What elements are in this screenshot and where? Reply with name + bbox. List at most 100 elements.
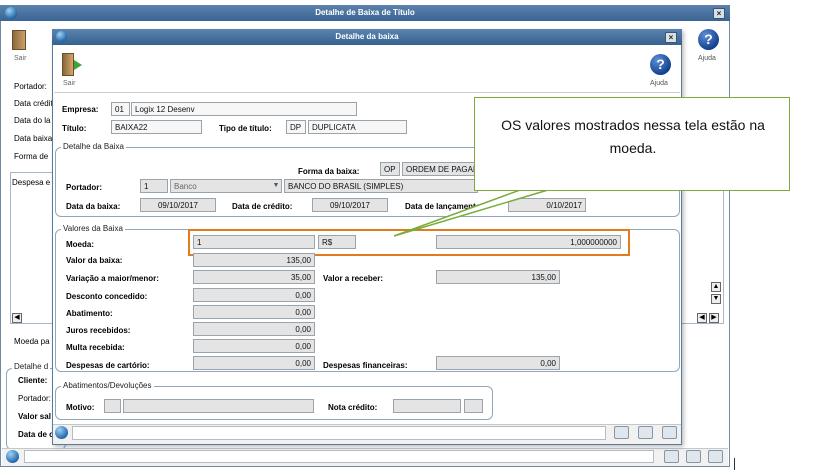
- motivo-code-field[interactable]: [104, 399, 121, 413]
- data-baixa-label: Data da baixa:: [66, 202, 121, 211]
- variacao-label: Variação a maior/menor:: [66, 274, 159, 283]
- portador-name-field[interactable]: BANCO DO BRASIL (SIMPLES): [284, 179, 478, 193]
- outer-label-data-baixa: Data baixa: [14, 134, 53, 143]
- outer-label-data-c: Data de c: [18, 430, 54, 439]
- outer-exit-icon[interactable]: [12, 30, 26, 50]
- inner-close-button[interactable]: ×: [665, 32, 677, 43]
- inner-exit-arrow-icon: [74, 60, 82, 70]
- outer-status-resize-button[interactable]: [664, 450, 679, 463]
- titulo-label: Título:: [62, 124, 87, 133]
- data-baixa-field[interactable]: 09/10/2017: [140, 198, 216, 212]
- inner-toolbar-divider: [54, 92, 680, 93]
- outer-status-field: [24, 450, 654, 463]
- motivo-desc-field[interactable]: [123, 399, 314, 413]
- valor-receber-field[interactable]: 135,00: [436, 270, 560, 284]
- portador-type-select[interactable]: Banco: [170, 179, 282, 193]
- inner-ajuda-label: Ajuda: [650, 80, 668, 87]
- data-lancamento-field[interactable]: 0/10/2017: [508, 198, 586, 212]
- outer-status-chat-button[interactable]: [708, 450, 723, 463]
- valor-baixa-label: Valor da baixa:: [66, 256, 123, 265]
- nota-credito-field[interactable]: [393, 399, 461, 413]
- forma-code-field[interactable]: OP: [380, 162, 400, 176]
- valores-baixa-legend: Valores da Baixa: [61, 224, 125, 233]
- forma-name-field[interactable]: ORDEM DE PAGAM: [402, 162, 478, 176]
- outer-label-data-credito: Data crédit: [14, 99, 53, 108]
- outer-label-data-lancamento: Data do la: [14, 116, 51, 125]
- outer-sair-label: Sair: [14, 55, 27, 62]
- inner-titlebar: Detalhe da baixa: [52, 29, 682, 45]
- data-credito-label: Data de crédito:: [232, 202, 293, 211]
- cursor-mark: [734, 458, 735, 470]
- outer-status-print-button[interactable]: [686, 450, 701, 463]
- financeiras-field[interactable]: 0,00: [436, 356, 560, 370]
- empresa-code-field[interactable]: 01: [111, 102, 130, 116]
- outer-grid-header-despesa: Despesa e: [12, 178, 51, 187]
- desconto-field[interactable]: 0,00: [193, 288, 315, 302]
- outer-label-portador: Portador:: [14, 82, 47, 91]
- inner-status-field: [72, 426, 606, 440]
- portador-code-field[interactable]: 1: [140, 179, 168, 193]
- outer-label-forma: Forma de: [14, 152, 49, 161]
- empresa-name-field[interactable]: Logix 12 Desenv: [131, 102, 357, 116]
- cartorio-field[interactable]: 0,00: [193, 356, 315, 370]
- data-credito-field[interactable]: 09/10/2017: [312, 198, 388, 212]
- motivo-label: Motivo:: [66, 403, 95, 412]
- financeiras-label: Despesas financeiras:: [323, 361, 408, 370]
- outer-ajuda-label: Ajuda: [698, 55, 716, 62]
- inner-app-globe-icon: [56, 31, 67, 42]
- valor-baixa-field[interactable]: 135,00: [193, 253, 315, 267]
- abatimento-field[interactable]: 0,00: [193, 305, 315, 319]
- inner-exit-icon[interactable]: [62, 53, 74, 76]
- inner-status-globe-icon: [55, 426, 68, 439]
- inner-sair-label: Sair: [63, 80, 76, 87]
- inner-status-chat-button[interactable]: [662, 426, 677, 439]
- callout-text: OS valores mostrados nessa tela estão na…: [501, 117, 765, 156]
- outer-label-portador2: Portador:: [18, 394, 51, 403]
- tipo-titulo-label: Tipo de título:: [219, 124, 272, 133]
- juros-label: Juros recebidos:: [66, 326, 131, 335]
- outer-app-globe-icon: [5, 7, 17, 19]
- data-lancamento-label: Data de lançamento:: [405, 202, 484, 211]
- grid-scroll-down-button[interactable]: ▼: [711, 294, 721, 304]
- tipo-code-field[interactable]: DP: [286, 120, 306, 134]
- valor-receber-label: Valor a receber:: [323, 274, 384, 283]
- variacao-field[interactable]: 35,00: [193, 270, 315, 284]
- outer-label-cliente: Cliente:: [18, 376, 48, 385]
- outer-label-moeda: Moeda pa: [14, 337, 50, 346]
- abatimentos-legend: Abatimentos/Devoluções: [61, 381, 154, 390]
- nota-credito-extra-field[interactable]: [464, 399, 483, 413]
- inner-help-icon[interactable]: ?: [650, 54, 671, 75]
- nota-credito-label: Nota crédito:: [328, 403, 378, 412]
- portador-dropdown-chevron-icon[interactable]: ▼: [271, 180, 281, 192]
- moeda-symbol-field[interactable]: R$: [318, 235, 356, 249]
- grid-scroll-up-button[interactable]: ▲: [711, 282, 721, 292]
- outer-title: Detalhe de Baixa de Título: [315, 8, 415, 17]
- multa-field[interactable]: 0,00: [193, 339, 315, 353]
- grid-scroll-left-button[interactable]: ◀: [12, 313, 22, 323]
- juros-field[interactable]: 0,00: [193, 322, 315, 336]
- forma-baixa-label: Forma da baixa:: [298, 167, 360, 176]
- outer-detalhe-legend: Detalhe d: [12, 362, 51, 371]
- detalhe-baixa-legend: Detalhe da Baixa: [61, 142, 126, 151]
- grid-scroll-right-button[interactable]: ▶: [709, 313, 719, 323]
- outer-label-valor-saldo: Valor sal: [18, 412, 51, 421]
- cartorio-label: Despesas de cartório:: [66, 361, 150, 370]
- inner-status-print-button[interactable]: [638, 426, 653, 439]
- tipo-name-field[interactable]: DUPLICATA: [308, 120, 407, 134]
- portador-label: Portador:: [66, 183, 102, 192]
- outer-status-globe-icon: [6, 450, 19, 463]
- outer-help-icon[interactable]: ?: [698, 29, 719, 50]
- inner-status-resize-button[interactable]: [614, 426, 629, 439]
- empresa-label: Empresa:: [62, 105, 99, 114]
- multa-label: Multa recebida:: [66, 343, 125, 352]
- desconto-label: Desconto concedido:: [66, 292, 148, 301]
- inner-title: Detalhe da baixa: [335, 32, 399, 41]
- moeda-rate-field[interactable]: 1,000000000: [436, 235, 621, 249]
- titulo-field[interactable]: BAIXA22: [111, 120, 202, 134]
- moeda-code-field[interactable]: 1: [193, 235, 315, 249]
- outer-close-button[interactable]: ×: [713, 8, 725, 19]
- moeda-label: Moeda:: [66, 240, 94, 249]
- grid-scroll-left2-button[interactable]: ◀: [697, 313, 707, 323]
- outer-titlebar: Detalhe de Baixa de Título: [0, 5, 730, 21]
- abatimento-label: Abatimento:: [66, 309, 113, 318]
